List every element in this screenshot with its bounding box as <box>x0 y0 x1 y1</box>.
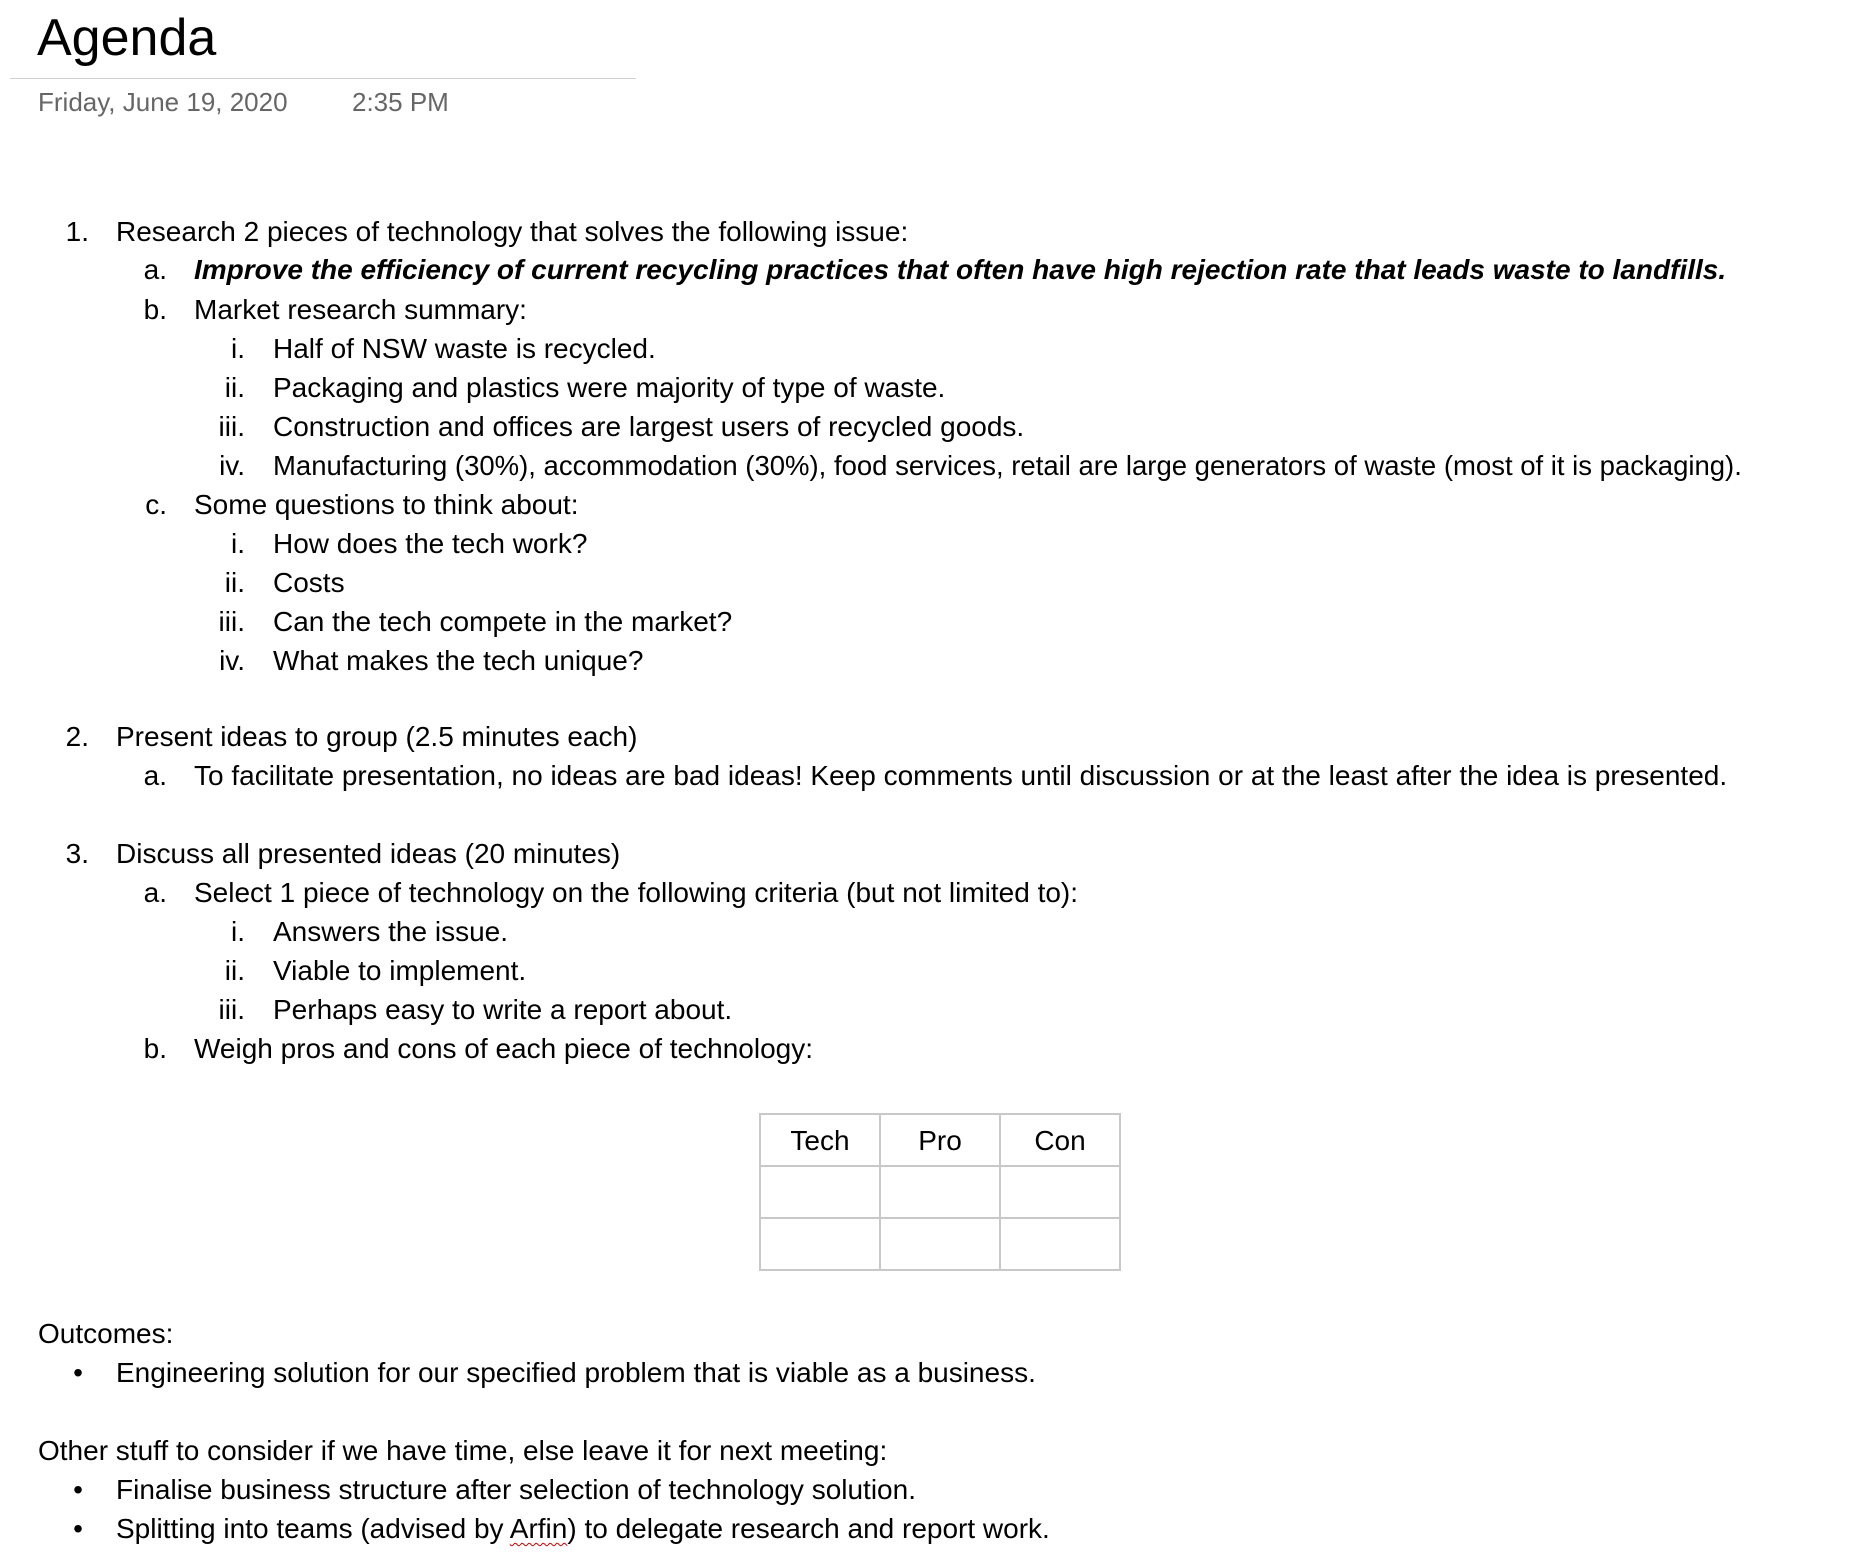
list-marker: iv. <box>219 450 245 481</box>
list-item[interactable]: To facilitate presentation, no ideas are… <box>194 756 1727 795</box>
table-header-tech[interactable]: Tech <box>759 1113 881 1167</box>
list-marker: ii. <box>224 567 245 598</box>
table-row <box>759 1217 1121 1271</box>
list-marker: iii. <box>218 606 245 637</box>
weigh-heading[interactable]: Weigh pros and cons of each piece of tec… <box>194 1029 813 1068</box>
table-cell[interactable] <box>999 1217 1121 1271</box>
outcome-item[interactable]: Engineering solution for our specified p… <box>116 1353 1036 1392</box>
table-header-con[interactable]: Con <box>999 1113 1121 1167</box>
list-item[interactable]: Manufacturing (30%), accommodation (30%)… <box>273 446 1742 485</box>
table-header-pro[interactable]: Pro <box>879 1113 1001 1167</box>
list-item[interactable]: Half of NSW waste is recycled. <box>273 329 656 368</box>
other-item[interactable]: Finalise business structure after select… <box>116 1470 916 1509</box>
list-marker: a. <box>143 760 167 791</box>
list-marker: ii. <box>224 955 245 986</box>
other-item-text: Splitting into teams (advised by <box>116 1513 510 1544</box>
bullet-icon: • <box>73 1357 83 1388</box>
list-marker: i. <box>231 916 245 947</box>
list-item[interactable]: How does the tech work? <box>273 524 587 563</box>
list-marker: a. <box>143 877 167 908</box>
list-marker: iv. <box>219 645 245 676</box>
other-item-text: ) to delegate research and report work. <box>567 1513 1050 1544</box>
list-item[interactable]: Costs <box>273 563 345 602</box>
list-marker: b. <box>143 1033 167 1064</box>
other-heading[interactable]: Other stuff to consider if we have time,… <box>38 1431 887 1470</box>
list-marker: iii. <box>218 411 245 442</box>
table-cell[interactable] <box>879 1217 1001 1271</box>
list-item[interactable]: Viable to implement. <box>273 951 526 990</box>
list-marker: 1. <box>65 216 89 247</box>
page-title: Agenda <box>37 9 217 67</box>
list-item[interactable]: Packaging and plastics were majority of … <box>273 368 945 407</box>
bullet-icon: • <box>73 1474 83 1505</box>
list-marker: b. <box>143 294 167 325</box>
market-research-heading[interactable]: Market research summary: <box>194 290 527 329</box>
table-cell[interactable] <box>759 1217 881 1271</box>
title-divider <box>10 78 636 79</box>
page-time: 2:35 PM <box>352 87 449 117</box>
table-header-row: Tech Pro Con <box>759 1113 1121 1167</box>
agenda-item-research[interactable]: Research 2 pieces of technology that sol… <box>116 212 908 251</box>
table-cell[interactable] <box>759 1165 881 1219</box>
agenda-item-discuss[interactable]: Discuss all presented ideas (20 minutes) <box>116 834 620 873</box>
table-cell[interactable] <box>879 1165 1001 1219</box>
list-marker: i. <box>231 333 245 364</box>
list-marker: c. <box>145 489 167 520</box>
bullet-icon: • <box>73 1513 83 1544</box>
list-marker: iii. <box>218 994 245 1025</box>
list-marker: i. <box>231 528 245 559</box>
issue-statement[interactable]: Improve the efficiency of current recycl… <box>194 250 1726 289</box>
list-item[interactable]: Answers the issue. <box>273 912 508 951</box>
questions-heading[interactable]: Some questions to think about: <box>194 485 578 524</box>
outcomes-heading[interactable]: Outcomes: <box>38 1314 173 1353</box>
list-marker: 2. <box>65 721 89 752</box>
table-row <box>759 1165 1121 1219</box>
list-item[interactable]: What makes the tech unique? <box>273 641 643 680</box>
list-item[interactable]: Perhaps easy to write a report about. <box>273 990 732 1029</box>
other-item[interactable]: Splitting into teams (advised by Arfin) … <box>116 1509 1050 1548</box>
list-item[interactable]: Can the tech compete in the market? <box>273 602 732 641</box>
spellcheck-name[interactable]: Arfin <box>510 1513 568 1544</box>
table-cell[interactable] <box>999 1165 1121 1219</box>
agenda-item-present[interactable]: Present ideas to group (2.5 minutes each… <box>116 717 637 756</box>
list-item[interactable]: Construction and offices are largest use… <box>273 407 1024 446</box>
list-marker: a. <box>143 254 167 285</box>
page-date: Friday, June 19, 2020 <box>38 87 288 117</box>
list-marker: 3. <box>65 838 89 869</box>
list-marker: ii. <box>224 372 245 403</box>
pros-cons-table: Tech Pro Con <box>759 1113 1121 1271</box>
criteria-heading[interactable]: Select 1 piece of technology on the foll… <box>194 873 1078 912</box>
